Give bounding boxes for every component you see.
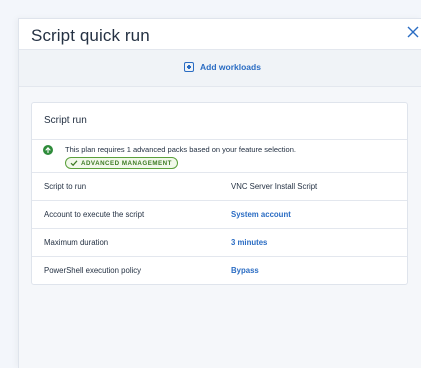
dialog-title: Script quick run bbox=[31, 26, 150, 45]
notice-text: This plan requires 1 advanced packs base… bbox=[65, 145, 296, 154]
dialog-header: Script quick run bbox=[19, 19, 421, 50]
script-name-value: VNC Server Install Script bbox=[231, 182, 318, 191]
add-workloads-label: Add workloads bbox=[200, 62, 261, 72]
card-title: Script run bbox=[32, 103, 407, 140]
row-label: PowerShell execution policy bbox=[44, 266, 142, 275]
advanced-pack-notice: This plan requires 1 advanced packs base… bbox=[32, 140, 407, 173]
dialog-toolbar: Add workloads bbox=[19, 50, 421, 87]
close-icon bbox=[407, 26, 419, 38]
max-duration-link[interactable]: 3 minutes bbox=[231, 238, 267, 247]
row-label: Maximum duration bbox=[44, 238, 109, 247]
badge-text: ADVANCED MANAGEMENT bbox=[81, 159, 172, 167]
plus-square-icon bbox=[184, 62, 194, 72]
row-account: Account to execute the script System acc… bbox=[32, 201, 407, 229]
row-execution-policy: PowerShell execution policy Bypass bbox=[32, 257, 407, 284]
add-workloads-button[interactable]: Add workloads bbox=[184, 62, 261, 72]
checkmark-icon bbox=[70, 160, 78, 167]
row-script-to-run: Script to run VNC Server Install Script bbox=[32, 173, 407, 201]
row-label: Script to run bbox=[44, 182, 87, 191]
arrow-up-circle-icon bbox=[43, 145, 53, 155]
script-quick-run-dialog: Script quick run Add workloads Script ru… bbox=[18, 18, 421, 368]
close-button[interactable] bbox=[406, 25, 421, 41]
advanced-management-badge: ADVANCED MANAGEMENT bbox=[65, 157, 178, 169]
row-label: Account to execute the script bbox=[44, 210, 145, 219]
account-link[interactable]: System account bbox=[231, 210, 291, 219]
script-run-card: Script run This plan requires 1 advanced… bbox=[31, 102, 408, 285]
execution-policy-link[interactable]: Bypass bbox=[231, 266, 259, 275]
row-max-duration: Maximum duration 3 minutes bbox=[32, 229, 407, 257]
